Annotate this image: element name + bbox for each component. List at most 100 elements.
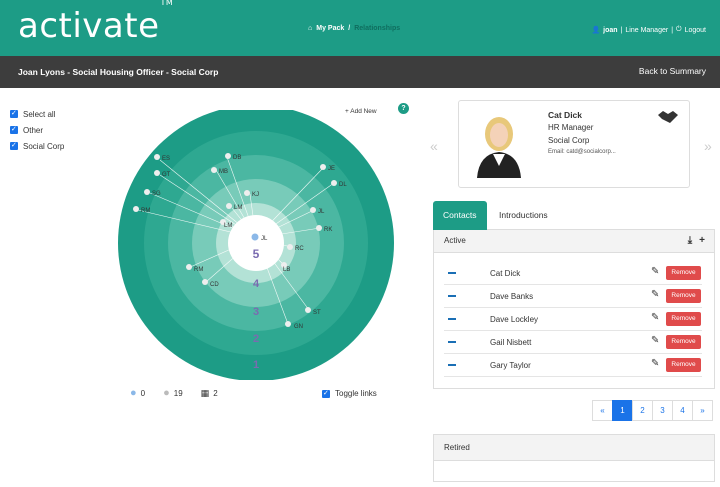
svg-text:RM: RM [194,267,203,273]
contact-org: Social Corp [548,136,590,145]
context-bar: Joan Lyons - Social Housing Officer - So… [0,56,720,88]
retired-panel: Retired [433,434,715,482]
contact-role: HR Manager [548,123,594,132]
tab-introductions[interactable]: Introductions [489,201,558,230]
handshake-icon [658,111,678,123]
page-3[interactable]: 3 [652,400,673,421]
help-icon[interactable]: ? [398,103,409,114]
calendar-icon: ▦ [200,387,210,398]
list-item: Gary Taylor ✎ Remove [444,354,702,377]
edit-icon[interactable]: ✎ [651,358,659,369]
list-item: Dave Banks ✎ Remove [444,285,702,308]
svg-text:DL: DL [339,182,347,188]
relationship-graph: ES GT SG RM DB MB KJ LM LM JE DL JL RK R… [118,110,394,380]
svg-text:LM: LM [224,223,232,229]
checkbox[interactable] [10,125,18,134]
svg-text:KJ: KJ [252,192,259,198]
svg-text:5: 5 [253,247,260,261]
list-item: Dave Lockley ✎ Remove [444,308,702,331]
svg-text:ST: ST [313,310,321,316]
prev-arrow-icon[interactable]: « [430,138,438,154]
logout-link[interactable]: Logout [685,27,706,34]
active-title: Active [444,236,466,245]
svg-text:ES: ES [162,156,170,162]
remove-button[interactable]: Remove [666,312,701,326]
svg-text:RC: RC [295,246,304,252]
minus-icon[interactable] [448,318,456,320]
page-prev[interactable]: « [592,400,613,421]
svg-text:4: 4 [253,278,260,290]
pagination: « 1 2 3 4 » [592,400,713,421]
back-to-summary-link[interactable]: Back to Summary [639,66,706,76]
svg-text:LB: LB [283,267,290,273]
svg-text:RM: RM [141,208,150,214]
page-next[interactable]: » [692,400,713,421]
filter-list: Select all Other Social Corp [10,106,64,154]
minus-icon[interactable] [448,295,456,297]
checkbox[interactable] [10,141,18,150]
svg-text:SG: SG [152,191,161,197]
minus-icon[interactable] [448,364,456,366]
remove-button[interactable]: Remove [666,335,701,349]
svg-text:MB: MB [219,169,228,175]
graph-stats: ● 0 ● 19 ▦ 2 [130,387,218,399]
checkbox[interactable] [322,389,330,398]
plus-icon[interactable]: + [699,230,705,252]
page-4[interactable]: 4 [672,400,693,421]
checkbox[interactable] [10,109,18,118]
power-icon: ⏻ [676,26,682,33]
user-menu: 👤 joan | Line Manager | ⏻ Logout [591,26,706,34]
page-2[interactable]: 2 [632,400,653,421]
user-name[interactable]: joan [603,27,617,34]
context-title: Joan Lyons - Social Housing Officer - So… [18,67,219,77]
user-icon: 👤 [591,27,601,34]
person-blue-icon: ● [130,387,137,399]
retired-title: Retired [434,435,714,461]
logo[interactable]: activateTM [18,0,173,46]
edit-icon[interactable]: ✎ [651,335,659,346]
toggle-links[interactable]: Toggle links [322,389,377,398]
avatar [473,110,525,178]
home-icon[interactable]: ⌂ [308,25,312,32]
minus-icon[interactable] [448,272,456,274]
tab-contacts[interactable]: Contacts [433,201,487,230]
contact-tabs: Contacts Introductions [433,201,715,230]
page-1[interactable]: 1 [612,400,633,421]
remove-button[interactable]: Remove [666,358,701,372]
svg-text:JE: JE [328,166,335,172]
stat-a: 0 [140,388,146,398]
active-panel: Active ⤓ + Cat Dick ✎ Remove Dave Banks … [433,230,715,389]
next-arrow-icon[interactable]: » [704,138,712,154]
contact-card: Cat Dick HR Manager Social Corp Email: c… [458,100,690,188]
active-panel-header: Active ⤓ + [434,230,714,253]
remove-button[interactable]: Remove [666,289,701,303]
contact-name: Cat Dick [548,110,583,120]
filter-other[interactable]: Other [10,122,64,138]
filter-social-corp[interactable]: Social Corp [10,138,64,154]
svg-text:RK: RK [324,227,332,233]
svg-text:JL: JL [318,209,325,215]
svg-text:CD: CD [210,282,219,288]
filter-select-all[interactable]: Select all [10,106,64,122]
minus-icon[interactable] [448,341,456,343]
svg-text:LM: LM [234,205,242,211]
edit-icon[interactable]: ✎ [651,312,659,323]
svg-text:2: 2 [253,333,259,345]
svg-text:GT: GT [162,172,171,178]
edit-icon[interactable]: ✎ [651,266,659,277]
edit-icon[interactable]: ✎ [651,289,659,300]
svg-text:DB: DB [233,155,241,161]
list-item: Gail Nisbett ✎ Remove [444,331,702,354]
contact-email: Email: catd@socialcorp... [548,149,616,155]
download-icon[interactable]: ⤓ [688,230,692,252]
svg-text:1: 1 [253,359,259,371]
svg-text:GN: GN [294,324,303,330]
svg-text:3: 3 [253,306,259,318]
breadcrumb-my-pack[interactable]: My Pack [316,25,344,32]
stat-b: 19 [173,388,183,398]
person-grey-icon: ● [163,387,170,399]
breadcrumb-relationships: Relationships [354,25,401,32]
stat-c: 2 [213,388,218,398]
remove-button[interactable]: Remove [666,266,701,280]
breadcrumb: ⌂ My Pack / Relationships [308,25,401,32]
